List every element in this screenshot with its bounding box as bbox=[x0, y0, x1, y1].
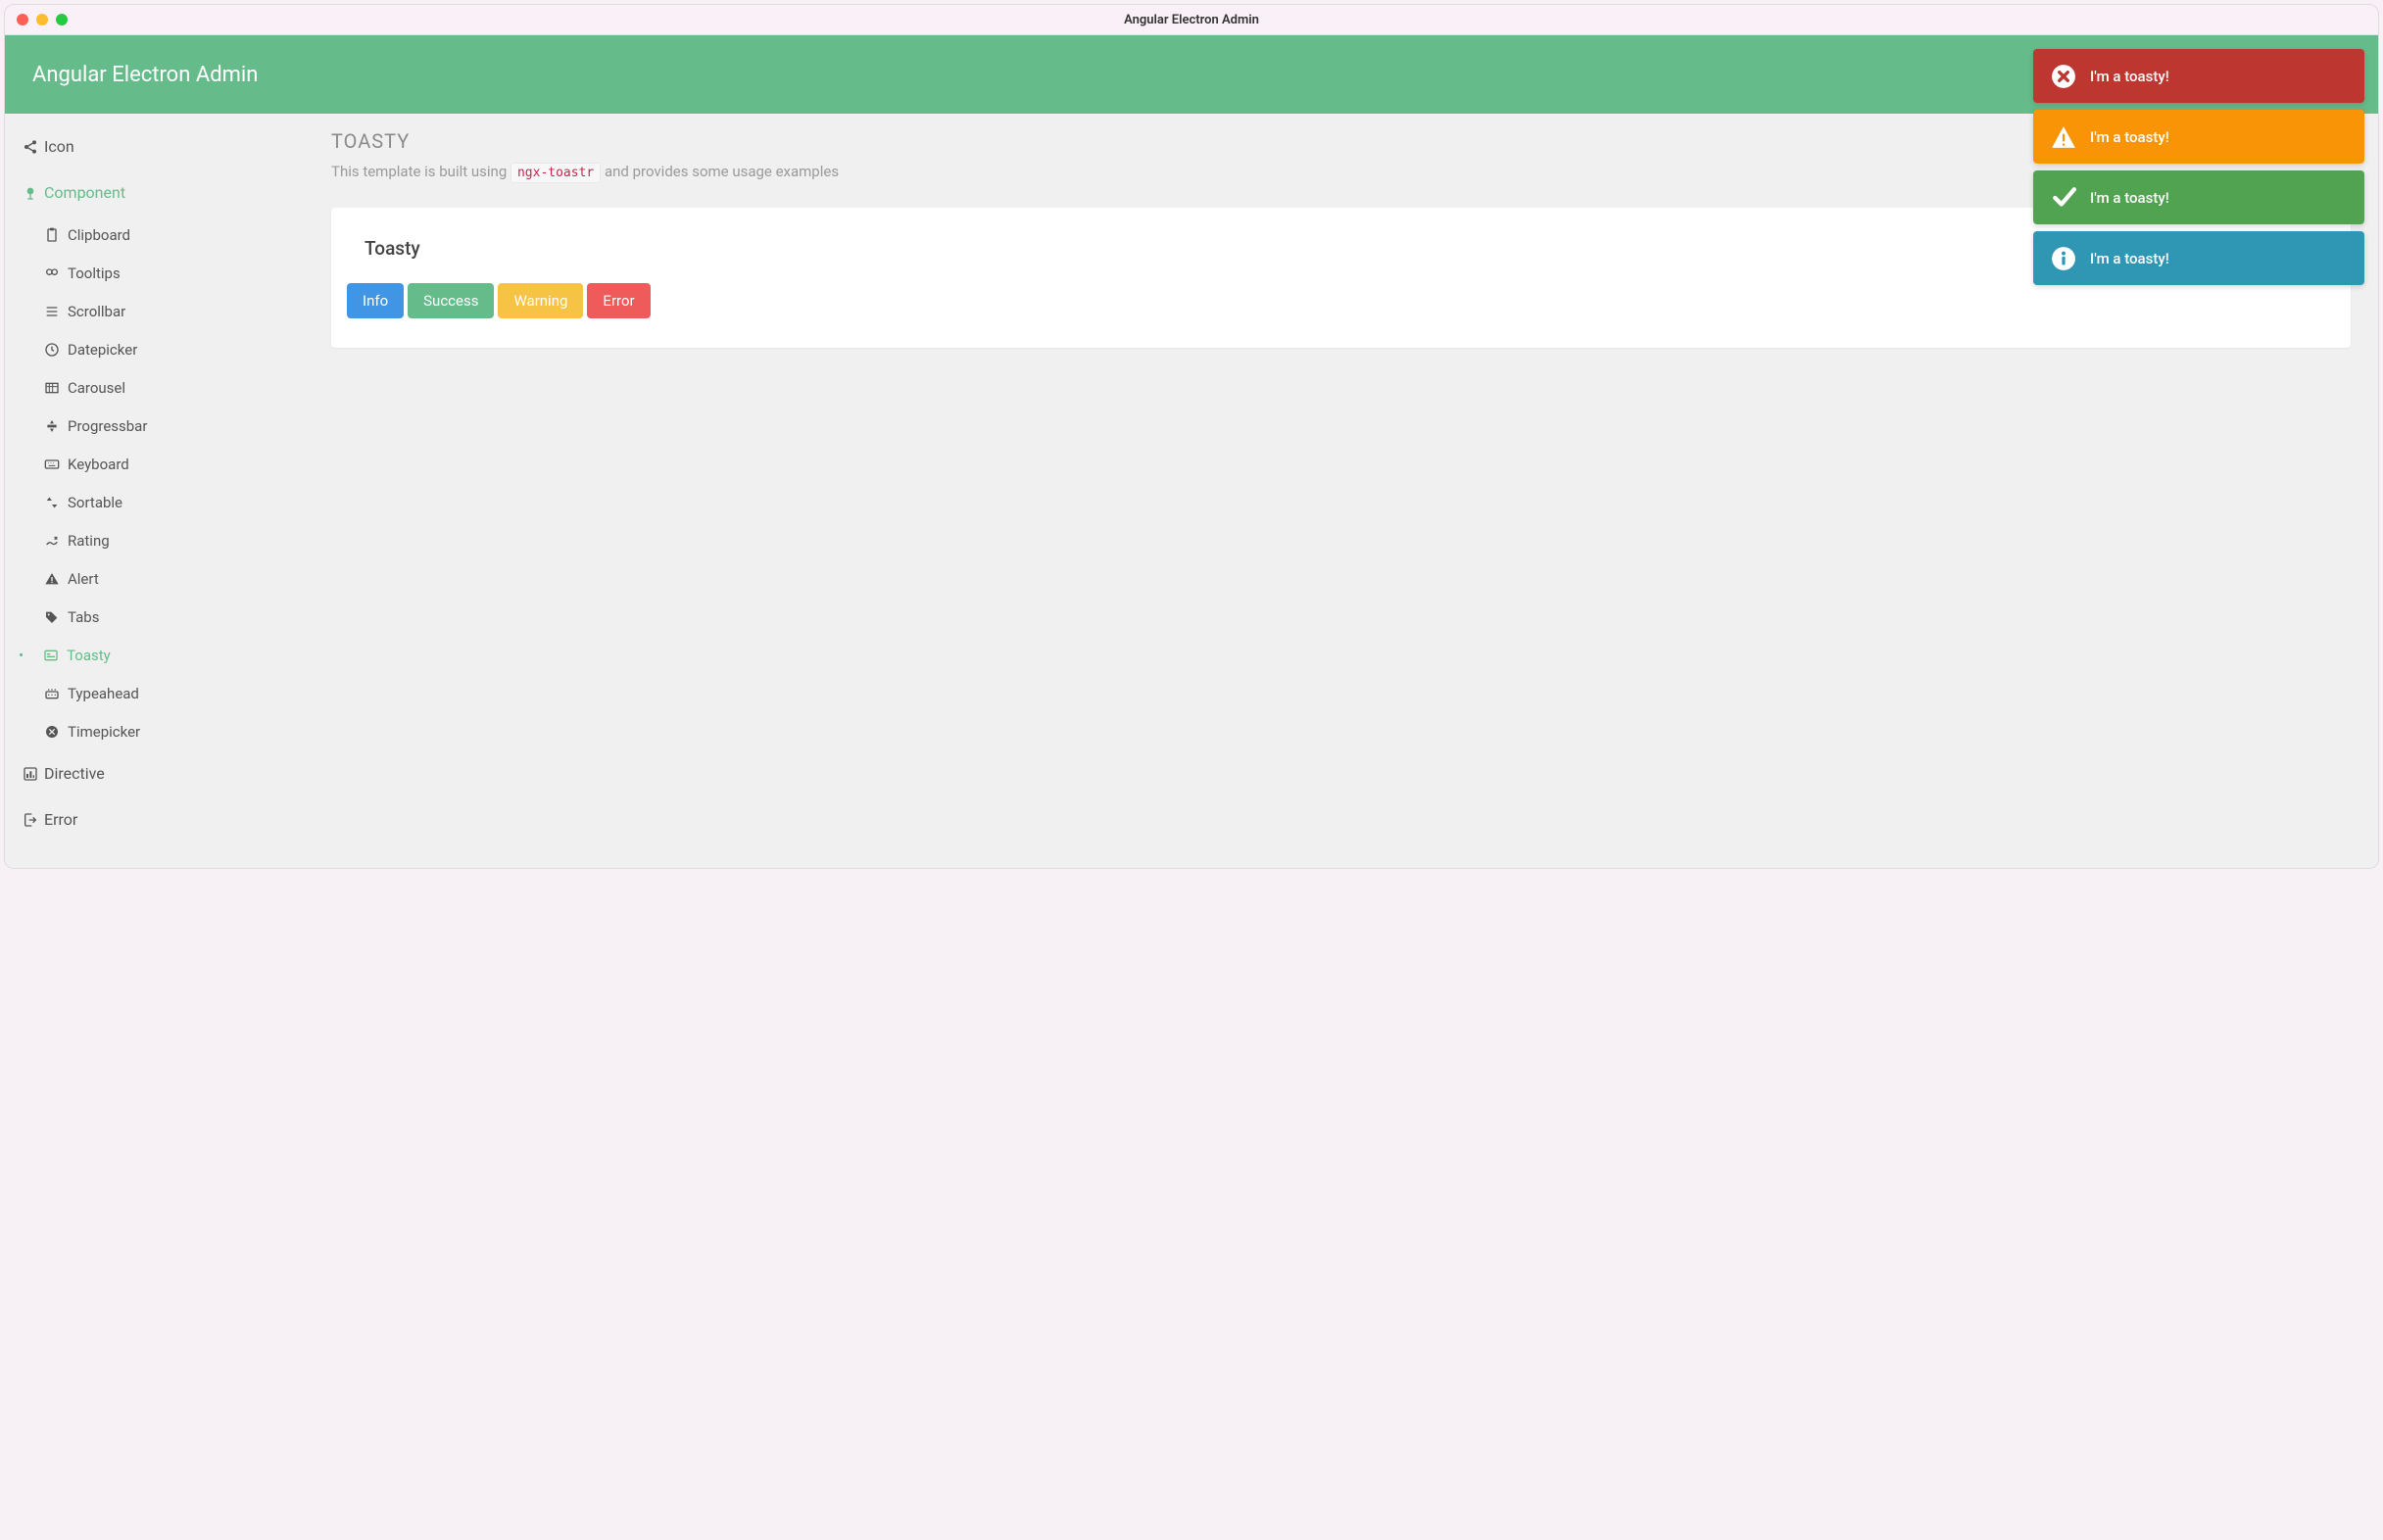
tooltips-icon bbox=[42, 265, 62, 281]
sidebar-item-error[interactable]: Error bbox=[5, 796, 304, 842]
maximize-window-icon[interactable] bbox=[56, 14, 68, 25]
sidebar-sub-label: Timepicker bbox=[68, 723, 140, 741]
sidebar-label: Directive bbox=[44, 764, 105, 783]
share-icon bbox=[17, 139, 44, 155]
sidebar-sub-label: Tooltips bbox=[68, 265, 121, 282]
info-icon bbox=[2051, 246, 2076, 271]
sidebar-sub-rating[interactable]: Rating bbox=[5, 521, 304, 559]
error-icon bbox=[2051, 64, 2076, 89]
chart-icon bbox=[17, 766, 44, 782]
progressbar-icon bbox=[42, 418, 62, 434]
titlebar: Angular Electron Admin bbox=[5, 5, 2378, 35]
sidebar-sub-label: Sortable bbox=[68, 494, 122, 511]
info-button[interactable]: Info bbox=[347, 283, 404, 318]
error-button[interactable]: Error bbox=[587, 283, 650, 318]
toast-message: I'm a toasty! bbox=[2090, 189, 2169, 207]
timepicker-icon bbox=[42, 724, 62, 740]
sidebar-sub-keyboard[interactable]: Keyboard bbox=[5, 445, 304, 483]
sidebar-sub-label: Keyboard bbox=[68, 456, 129, 473]
toast-container: I'm a toasty! I'm a toasty! I'm a toasty! I… bbox=[2033, 49, 2364, 285]
datepicker-icon bbox=[42, 342, 62, 358]
alert-icon bbox=[42, 571, 62, 587]
clipboard-icon bbox=[42, 227, 62, 243]
sidebar-sub-label: Toasty bbox=[67, 647, 111, 664]
sidebar-sub-timepicker[interactable]: Timepicker bbox=[5, 712, 304, 750]
toasty-icon bbox=[41, 648, 61, 663]
sidebar-sub-clipboard[interactable]: Clipboard bbox=[5, 216, 304, 254]
sidebar-label: Icon bbox=[44, 137, 74, 156]
exit-icon bbox=[17, 812, 44, 828]
app-title: Angular Electron Admin bbox=[32, 63, 258, 87]
scrollbar-icon bbox=[42, 304, 62, 319]
window-title: Angular Electron Admin bbox=[1124, 13, 1259, 27]
sidebar-item-directive[interactable]: Directive bbox=[5, 750, 304, 796]
app-header: Angular Electron Admin bbox=[5, 35, 2378, 114]
sidebar-sub-label: Datepicker bbox=[68, 341, 137, 359]
sidebar-sub-tooltips[interactable]: Tooltips bbox=[5, 254, 304, 292]
warning-button[interactable]: Warning bbox=[498, 283, 583, 318]
carousel-icon bbox=[42, 380, 62, 396]
minimize-window-icon[interactable] bbox=[36, 14, 48, 25]
sidebar-sub-progressbar[interactable]: Progressbar bbox=[5, 407, 304, 445]
sidebar-sub-toasty[interactable]: Toasty bbox=[5, 636, 304, 674]
toast-warning[interactable]: I'm a toasty! bbox=[2033, 110, 2364, 164]
sidebar-sub-carousel[interactable]: Carousel bbox=[5, 368, 304, 407]
sidebar-sub-sortable[interactable]: Sortable bbox=[5, 483, 304, 521]
sidebar-label: Component bbox=[44, 183, 125, 202]
success-button[interactable]: Success bbox=[408, 283, 494, 318]
sidebar-sub-alert[interactable]: Alert bbox=[5, 559, 304, 598]
sidebar-sub-scrollbar[interactable]: Scrollbar bbox=[5, 292, 304, 330]
typeahead-icon bbox=[42, 686, 62, 701]
sidebar-item-component[interactable]: Component bbox=[5, 169, 304, 216]
toast-message: I'm a toasty! bbox=[2090, 128, 2169, 146]
sidebar-label: Error bbox=[44, 810, 77, 829]
sidebar-sub-tabs[interactable]: Tabs bbox=[5, 598, 304, 636]
button-row: Info Success Warning Error bbox=[347, 283, 2335, 318]
toast-error[interactable]: I'm a toasty! bbox=[2033, 49, 2364, 103]
sidebar-sub-label: Progressbar bbox=[68, 417, 147, 435]
sidebar-sub-label: Scrollbar bbox=[68, 303, 125, 320]
toast-success[interactable]: I'm a toasty! bbox=[2033, 170, 2364, 224]
sidebar-sub-label: Carousel bbox=[68, 379, 125, 397]
sidebar-sub-label: Clipboard bbox=[68, 226, 130, 244]
sidebar-sub-datepicker[interactable]: Datepicker bbox=[5, 330, 304, 368]
window-controls bbox=[17, 14, 68, 25]
warning-icon bbox=[2051, 124, 2076, 150]
sidebar-sub-label: Alert bbox=[68, 570, 99, 588]
success-icon bbox=[2051, 185, 2076, 211]
sidebar-sub-typeahead[interactable]: Typeahead bbox=[5, 674, 304, 712]
close-window-icon[interactable] bbox=[17, 14, 28, 25]
toast-message: I'm a toasty! bbox=[2090, 250, 2169, 267]
sidebar: Icon Component Clipboard Tooltips Scrollba… bbox=[5, 114, 304, 868]
sidebar-sub-label: Tabs bbox=[68, 608, 99, 626]
rating-icon bbox=[42, 533, 62, 549]
sidebar-sub-label: Rating bbox=[68, 532, 110, 550]
tree-icon bbox=[17, 185, 44, 201]
sidebar-sub-label: Typeahead bbox=[68, 685, 139, 702]
toast-message: I'm a toasty! bbox=[2090, 68, 2169, 85]
sortable-icon bbox=[42, 495, 62, 510]
toast-info[interactable]: I'm a toasty! bbox=[2033, 231, 2364, 285]
sidebar-item-icon[interactable]: Icon bbox=[5, 123, 304, 169]
keyboard-icon bbox=[42, 457, 62, 472]
tabs-icon bbox=[42, 609, 62, 625]
code-literal: ngx-toastr bbox=[511, 163, 601, 183]
